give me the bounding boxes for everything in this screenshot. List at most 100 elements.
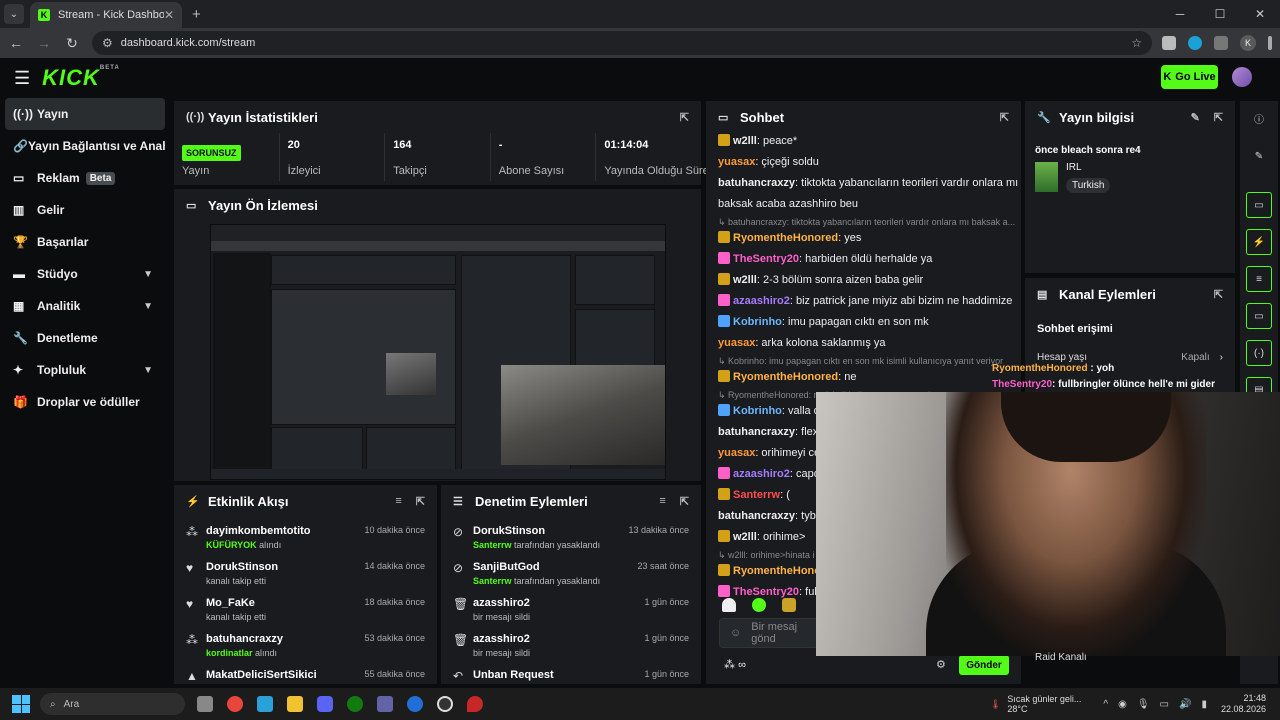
user-avatar[interactable] — [1232, 67, 1252, 87]
browser-menu-icon[interactable] — [1268, 36, 1272, 50]
chat-username[interactable]: batuhancraxzy — [718, 177, 795, 189]
hamburger-menu-icon[interactable]: ☰ — [14, 68, 30, 89]
reload-button[interactable]: ↻ — [60, 35, 84, 52]
teams-icon[interactable] — [377, 696, 393, 712]
app-icon[interactable] — [257, 696, 273, 712]
popout-icon[interactable]: ⇱ — [680, 111, 689, 124]
activity-user[interactable]: DorukStinson — [206, 561, 364, 573]
category-name[interactable]: IRL — [1066, 162, 1110, 173]
display-icon[interactable]: ▭ — [1160, 699, 1169, 710]
edit-pencil-icon[interactable]: ✎ — [1191, 111, 1200, 124]
forward-button[interactable]: → — [32, 35, 56, 51]
bookmark-star-icon[interactable]: ☆ — [1131, 36, 1142, 50]
sidebar-item-droplar[interactable]: 🎁 Droplar ve ödüller — [5, 386, 165, 418]
kick-logo[interactable]: KICKBETA — [42, 65, 120, 91]
xbox-icon[interactable] — [347, 696, 363, 712]
close-window-button[interactable]: ✕ — [1240, 7, 1280, 21]
chat-username[interactable]: Santerrw — [733, 489, 780, 501]
chat-toggle-icon[interactable]: ▭ — [1246, 303, 1272, 329]
activity-user[interactable]: Mo_FaKe — [206, 597, 364, 609]
app-icon[interactable] — [467, 696, 483, 712]
filter-icon[interactable]: ≡ — [395, 495, 401, 508]
minimize-button[interactable]: ─ — [1160, 7, 1200, 21]
chat-username[interactable]: yuasax — [718, 156, 755, 168]
tab-close-icon[interactable]: ✕ — [164, 8, 174, 22]
chat-username[interactable]: batuhancraxzy — [718, 426, 795, 438]
info-icon[interactable]: ⓘ — [1246, 105, 1272, 131]
file-explorer-icon[interactable] — [287, 696, 303, 712]
chat-send-button[interactable]: Gönder — [959, 655, 1009, 675]
chat-settings-gear-icon[interactable]: ⚙ — [936, 658, 946, 671]
profile-avatar[interactable]: K — [1240, 35, 1256, 51]
edit-pencil-icon[interactable]: ✎ — [1246, 143, 1272, 169]
stream-preview-video[interactable] — [210, 224, 666, 480]
obs-icon[interactable] — [437, 696, 453, 712]
popout-icon[interactable]: ⇱ — [416, 495, 425, 508]
tray-chevron-icon[interactable]: ^ — [1103, 699, 1108, 710]
chrome-icon[interactable] — [227, 696, 243, 712]
extension-icon[interactable] — [1162, 36, 1176, 50]
category-thumbnail[interactable] — [1035, 162, 1058, 192]
sidebar-item-gelir[interactable]: ▥ Gelir — [5, 194, 165, 226]
system-clock[interactable]: 21:48 22.08.2026 — [1221, 693, 1266, 715]
sidebar-item-analitik[interactable]: ▦ Analitik ▼ — [5, 290, 165, 322]
emoji-picker-icon[interactable]: ☺ — [730, 627, 741, 639]
popout-icon[interactable]: ⇱ — [1214, 288, 1223, 301]
activity-user[interactable]: batuhancraxzy — [206, 633, 364, 645]
emote-icon[interactable] — [782, 598, 796, 612]
chat-reply-context[interactable]: ↳ batuhancraxzy: tiktokta yabancıların t… — [706, 215, 1021, 228]
chat-username[interactable]: azaashiro2 — [733, 468, 790, 480]
tab-search-button[interactable]: ⌄ — [4, 4, 24, 24]
chat-username[interactable]: yuasax — [718, 447, 755, 459]
windows-start-icon[interactable] — [12, 695, 30, 713]
filter-icon[interactable]: ≡ — [659, 495, 665, 508]
chat-username[interactable]: TheSentry20 — [733, 253, 799, 265]
maximize-button[interactable]: ☐ — [1200, 7, 1240, 21]
taskbar-search[interactable]: ⌕ Ara — [40, 693, 185, 715]
mod-target[interactable]: azasshiro2 — [473, 633, 644, 645]
chat-username[interactable]: Kobrinho — [733, 405, 782, 417]
chat-username[interactable]: RyomentheHonored — [733, 232, 838, 244]
chat-username[interactable]: azaashiro2 — [733, 295, 790, 307]
site-info-icon[interactable]: ⚙ — [102, 36, 113, 50]
url-bar[interactable]: ⚙ dashboard.kick.com/stream ☆ — [92, 31, 1152, 55]
sidebar-item-stream-key[interactable]: 🔗Yayın Bağlantısı ve Anahtarı — [5, 130, 165, 162]
popout-icon[interactable]: ⇱ — [680, 495, 689, 508]
task-view-icon[interactable] — [197, 696, 213, 712]
broadcast-toggle-icon[interactable]: (·) — [1246, 340, 1272, 366]
list-toggle-icon[interactable]: ≡ — [1246, 266, 1272, 292]
sidebar-item-basarilar[interactable]: 🏆 Başarılar — [5, 226, 165, 258]
chat-username[interactable]: w2lll — [733, 274, 757, 286]
sidebar-item-denetleme[interactable]: 🔧 Denetleme — [5, 322, 165, 354]
activity-user[interactable]: MakatDeliciSertSikici — [206, 669, 364, 681]
volume-icon[interactable]: 🔊 — [1179, 699, 1191, 710]
chat-username[interactable]: Kobrinho — [733, 316, 782, 328]
language-tag[interactable]: Turkish — [1066, 178, 1111, 193]
new-tab-button[interactable]: + — [192, 6, 201, 23]
chat-username[interactable]: w2lll — [733, 135, 757, 147]
mod-target[interactable]: SanjiButGod — [473, 561, 637, 573]
chat-footer-infinity[interactable]: ⁂ ∞ — [724, 658, 746, 671]
discord-icon[interactable] — [317, 696, 333, 712]
extensions-puzzle-icon[interactable] — [1214, 36, 1228, 50]
chat-input[interactable]: ☺ Bir mesaj gönd — [719, 618, 819, 648]
sidebar-item-reklam[interactable]: ▭ Reklam Beta — [5, 162, 165, 194]
sidebar-item-topluluk[interactable]: ✦ Topluluk ▼ — [5, 354, 165, 386]
activity-toggle-icon[interactable]: ⚡ — [1246, 229, 1272, 255]
activity-user[interactable]: dayimkombemtotito — [206, 525, 364, 537]
emote-icon[interactable] — [752, 598, 766, 612]
sidebar-item-studyo[interactable]: ▬ Stüdyo ▼ — [5, 258, 165, 290]
weather-widget[interactable]: 🌡 Sıcak günler geli... 28°C — [990, 694, 1081, 714]
app-icon[interactable] — [407, 696, 423, 712]
go-live-button[interactable]: K Go Live — [1161, 65, 1218, 89]
chat-reply-context[interactable]: ↳ Kobrinho: imu papagan cıktı en son mk … — [706, 354, 1021, 367]
sidebar-item-yayin[interactable]: ((·)) Yayın — [5, 98, 165, 130]
chat-username[interactable]: TheSentry20 — [733, 586, 799, 598]
mod-target[interactable]: azasshiro2 — [473, 597, 644, 609]
chat-username[interactable]: w2lll — [733, 531, 757, 543]
extension-icon[interactable] — [1188, 36, 1202, 50]
chat-username[interactable]: RyomentheHonored — [733, 371, 838, 383]
raid-channel-label[interactable]: Raid Kanalı — [1035, 652, 1087, 663]
tray-app-icon[interactable]: ◉ — [1118, 699, 1127, 710]
preview-toggle-icon[interactable]: ▭ — [1246, 192, 1272, 218]
